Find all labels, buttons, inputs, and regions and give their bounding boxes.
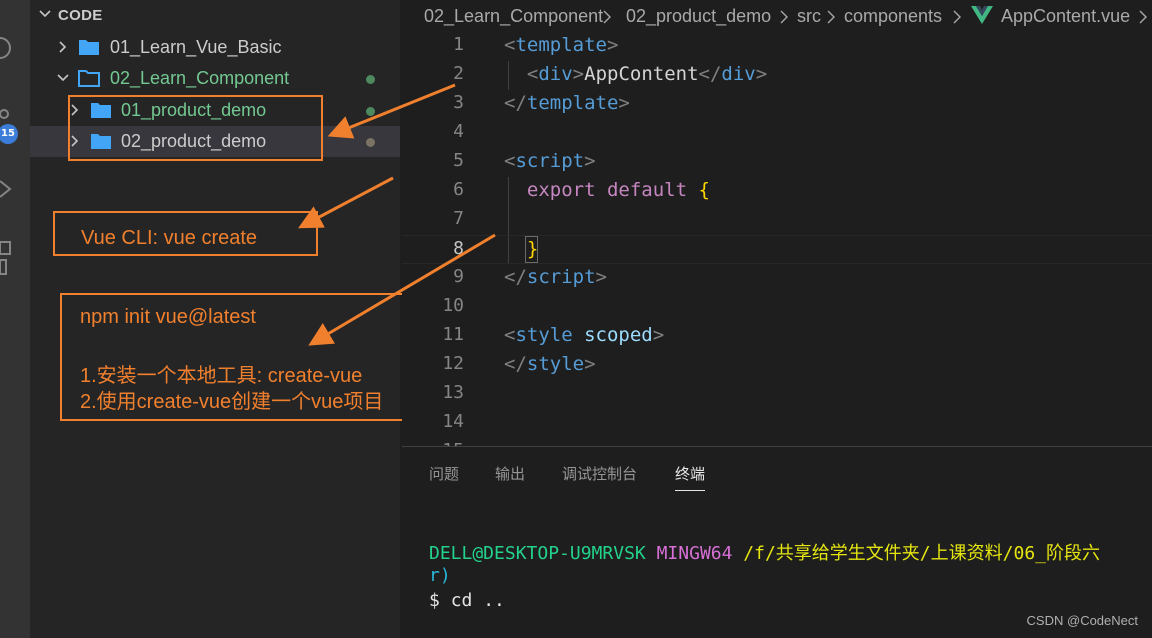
chevron-right-icon — [603, 10, 611, 24]
line-number: 10 — [442, 295, 464, 316]
git-status-dot — [366, 107, 375, 116]
git-status-dot — [366, 75, 375, 84]
line-number: 7 — [453, 208, 464, 229]
line-number: 11 — [442, 324, 464, 345]
tab-output[interactable]: 输出 — [495, 463, 525, 484]
chevron-right-icon — [780, 10, 788, 24]
run-debug-icon[interactable] — [0, 178, 14, 200]
search-icon[interactable] — [0, 36, 14, 59]
breadcrumb-item-current[interactable]: AppContent.vue — [1001, 6, 1130, 27]
code-line: 5 <script> — [402, 148, 1152, 177]
breadcrumb: 02_Learn_Component 02_product_demo src c… — [402, 0, 1152, 32]
chevron-down-icon — [39, 10, 51, 18]
tree-item-label: 01_Learn_Vue_Basic — [110, 37, 282, 57]
folder-icon — [79, 40, 99, 55]
terminal-line: r) — [429, 565, 451, 586]
extensions-icon[interactable] — [0, 240, 14, 275]
annotation-vue-cli-box: Vue CLI: vue create — [53, 211, 318, 256]
explorer-header[interactable]: CODE — [30, 0, 400, 32]
annotation-step-1: 1.安装一个本地工具: create-vue — [80, 365, 363, 387]
code-line: 3 </template> — [402, 90, 1152, 119]
chevron-right-icon — [827, 10, 835, 24]
line-number: 14 — [442, 411, 464, 432]
vue-file-icon — [971, 6, 993, 24]
code-line: 4 — [402, 119, 1152, 148]
code-line: 15 — [402, 438, 1152, 446]
folder-open-icon — [78, 70, 100, 87]
line-number: 13 — [442, 382, 464, 403]
annotation-highlight-box — [68, 95, 323, 161]
tab-problems[interactable]: 问题 — [429, 463, 459, 484]
line-number: 2 — [453, 63, 464, 84]
code-line: 14 — [402, 409, 1152, 438]
line-number: 5 — [453, 150, 464, 171]
activity-bar: 15 — [0, 0, 30, 638]
code-line: 1 <template> — [402, 32, 1152, 61]
line-number: 1 — [453, 34, 464, 55]
tree-item-label: 02_Learn_Component — [110, 68, 290, 88]
bottom-panel: 问题 输出 调试控制台 终端 DELL@DESKTOP-U9MRVSK MING… — [402, 446, 1152, 638]
tree-item-learn-vue-basic[interactable]: 01_Learn_Vue_Basic — [30, 32, 400, 63]
code-line: 12 </style> — [402, 351, 1152, 380]
annotation-step-2: 2.使用create-vue创建一个vue项目 — [80, 391, 384, 413]
breadcrumb-item[interactable]: src — [797, 6, 821, 27]
code-line: 10 — [402, 293, 1152, 322]
code-line: 9 </script> — [402, 264, 1152, 293]
git-status-dot — [366, 138, 375, 147]
tab-terminal[interactable]: 终端 — [675, 463, 706, 491]
code-editor[interactable]: 1 <template> 2 <div>AppContent</div> 3 <… — [402, 32, 1152, 446]
code-line: 11 <style scoped> — [402, 322, 1152, 351]
notification-badge: 15 — [0, 124, 18, 144]
line-number: 8 — [453, 238, 464, 259]
chevron-right-icon — [59, 41, 67, 53]
breadcrumb-item[interactable]: 02_Learn_Component — [424, 6, 603, 27]
line-number: 12 — [442, 353, 464, 374]
terminal-prompt[interactable]: $ cd .. — [429, 590, 505, 611]
chevron-right-icon — [1139, 10, 1147, 24]
line-number: 6 — [453, 179, 464, 200]
tab-debug-console[interactable]: 调试控制台 — [562, 463, 637, 484]
explorer-title: CODE — [58, 7, 103, 24]
annotation-vue-cli: Vue CLI: vue create — [81, 227, 258, 249]
annotation-create-vue-box: npm init vue@latest 1.安装一个本地工具: create-v… — [60, 293, 436, 421]
chevron-right-icon — [953, 10, 961, 24]
breadcrumb-item[interactable]: 02_product_demo — [626, 6, 771, 27]
code-line-current: 8 } — [402, 235, 1152, 264]
code-line: 13 — [402, 380, 1152, 409]
code-line: 7 — [402, 206, 1152, 235]
tree-item-learn-component[interactable]: 02_Learn_Component — [30, 63, 400, 94]
terminal-line: DELL@DESKTOP-U9MRVSK MINGW64 /f/共享给学生文件夹… — [429, 543, 1100, 564]
line-number: 9 — [453, 266, 464, 287]
watermark: CSDN @CodeNect — [1026, 613, 1138, 628]
chevron-down-icon — [57, 74, 69, 82]
code-line: 6 export default { — [402, 177, 1152, 206]
source-control-icon[interactable] — [0, 104, 14, 126]
line-number: 4 — [453, 121, 464, 142]
breadcrumb-item[interactable]: components — [844, 6, 942, 27]
annotation-npm-init: npm init vue@latest — [80, 306, 256, 328]
code-line: 2 <div>AppContent</div> — [402, 61, 1152, 90]
line-number: 3 — [453, 92, 464, 113]
